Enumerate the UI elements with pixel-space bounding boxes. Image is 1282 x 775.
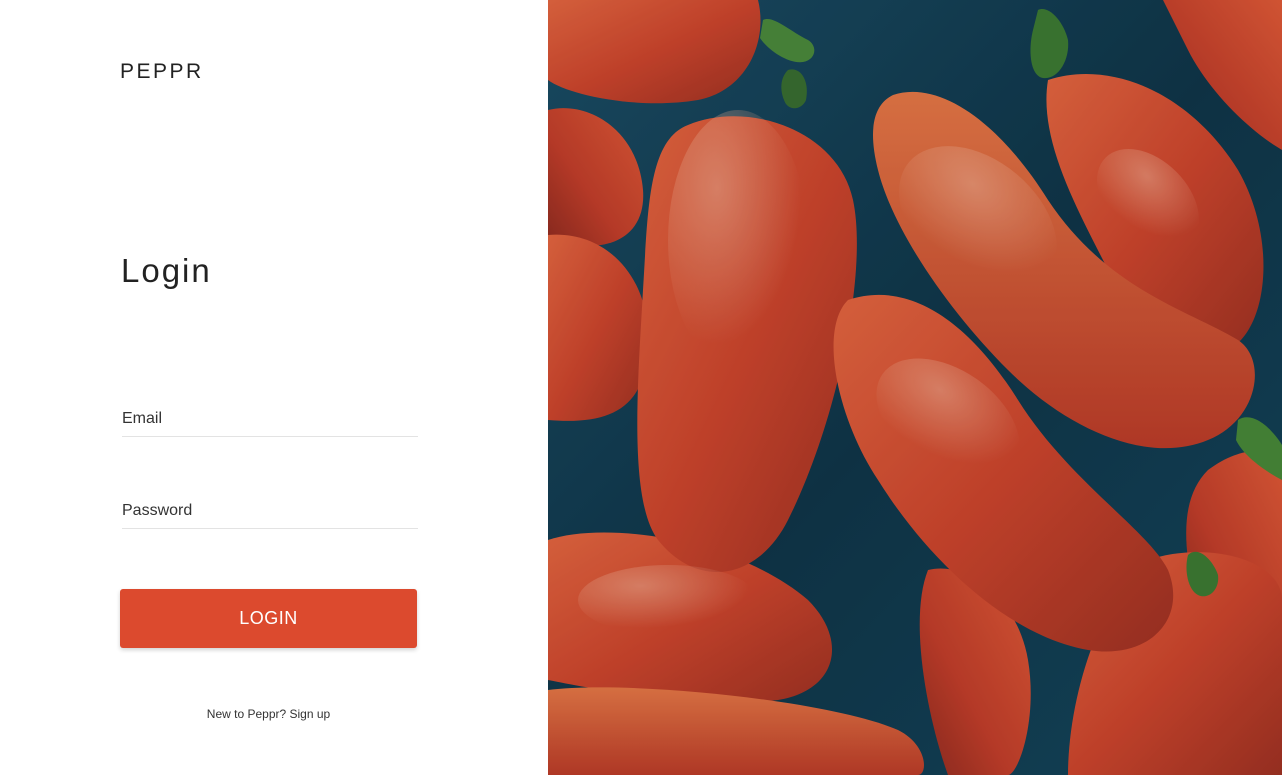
signup-link[interactable]: Sign up — [290, 707, 331, 721]
password-field-group — [122, 502, 418, 529]
login-page: PEPPR Login LOGIN New to Peppr? Sign up — [0, 0, 1282, 775]
signup-prompt-text: New to Peppr? — [206, 707, 287, 721]
password-input[interactable] — [122, 502, 418, 529]
signup-prompt: New to Peppr? Sign up — [120, 707, 417, 721]
page-title: Login — [121, 252, 212, 289]
brand-logo[interactable]: PEPPR — [120, 60, 204, 84]
hero-panel — [548, 0, 1282, 775]
login-panel: PEPPR Login LOGIN New to Peppr? Sign up — [0, 0, 548, 775]
login-button[interactable]: LOGIN — [120, 589, 417, 648]
email-field-group — [122, 410, 418, 437]
email-input[interactable] — [122, 410, 418, 437]
peppers-hero-image — [548, 0, 1282, 775]
